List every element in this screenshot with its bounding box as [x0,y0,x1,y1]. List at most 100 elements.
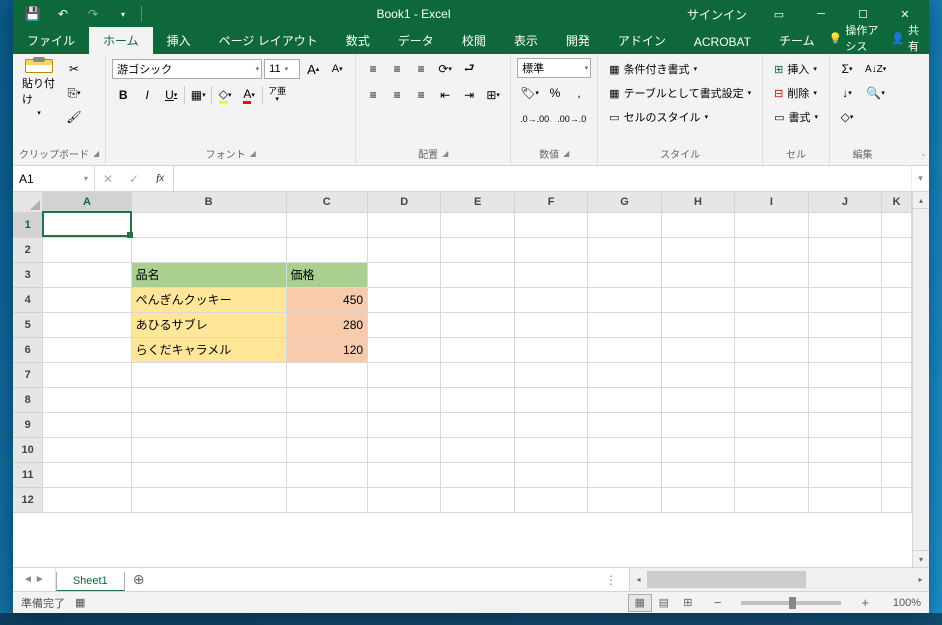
vertical-scrollbar[interactable]: ▴ ▾ [912,192,929,567]
cell-B7[interactable] [131,362,286,387]
cell-E9[interactable] [441,412,514,437]
cell-E1[interactable] [441,212,514,237]
cell-G3[interactable] [588,262,661,287]
normal-view-button[interactable]: ▦ [628,594,652,612]
cell-J7[interactable] [808,362,881,387]
cell-A5[interactable] [43,312,131,337]
align-middle-button[interactable]: ≡ [386,58,408,80]
cell-C10[interactable] [286,437,368,462]
cell-J2[interactable] [808,237,881,262]
cell-K4[interactable] [882,287,912,312]
cell-K6[interactable] [882,337,912,362]
cut-button[interactable]: ✂ [63,58,85,80]
phonetic-button[interactable]: ア亜▾ [265,84,289,106]
cell-E4[interactable] [441,287,514,312]
font-size-combo[interactable]: 11▾ [264,59,300,79]
cell-F12[interactable] [514,487,587,512]
cell-D12[interactable] [368,487,441,512]
cell-G12[interactable] [588,487,661,512]
cell-C9[interactable] [286,412,368,437]
cell-D1[interactable] [368,212,441,237]
cell-G7[interactable] [588,362,661,387]
cell-G11[interactable] [588,462,661,487]
col-header-E[interactable]: E [441,192,514,212]
cell-K9[interactable] [882,412,912,437]
cell-C1[interactable] [286,212,368,237]
row-header-7[interactable]: 7 [13,362,43,387]
cell-F6[interactable] [514,337,587,362]
row-header-10[interactable]: 10 [13,437,43,462]
cell-J5[interactable] [808,312,881,337]
comma-button[interactable]: , [568,82,590,104]
cell-G2[interactable] [588,237,661,262]
cell-G6[interactable] [588,337,661,362]
cell-J10[interactable] [808,437,881,462]
cell-C11[interactable] [286,462,368,487]
cell-K11[interactable] [882,462,912,487]
cell-C3[interactable]: 価格 [286,262,368,287]
cell-A3[interactable] [43,262,131,287]
col-header-C[interactable]: C [286,192,368,212]
cell-E12[interactable] [441,487,514,512]
increase-decimal-button[interactable]: .0→.00 [517,108,552,130]
decrease-indent-button[interactable]: ⇤ [434,84,456,106]
scroll-down-button[interactable]: ▾ [913,550,929,567]
find-select-button[interactable]: 🔍▾ [862,82,889,104]
tab-formulas[interactable]: 数式 [332,27,384,54]
cell-D9[interactable] [368,412,441,437]
cell-B1[interactable] [131,212,286,237]
cell-I4[interactable] [735,287,808,312]
cell-J11[interactable] [808,462,881,487]
align-center-button[interactable]: ≡ [386,84,408,106]
cell-D8[interactable] [368,387,441,412]
cell-B5[interactable]: あひるサブレ [131,312,286,337]
cell-I2[interactable] [735,237,808,262]
scroll-up-button[interactable]: ▴ [913,192,929,209]
alignment-dialog-launcher[interactable]: ◢ [442,149,448,158]
cell-D4[interactable] [368,287,441,312]
cell-E5[interactable] [441,312,514,337]
redo-button[interactable]: ↷ [81,2,105,26]
cell-A2[interactable] [43,237,131,262]
cell-A4[interactable] [43,287,131,312]
cell-G9[interactable] [588,412,661,437]
cell-J6[interactable] [808,337,881,362]
tab-review[interactable]: 校閲 [448,27,500,54]
format-cells-button[interactable]: ▭書式▾ [769,106,823,128]
cell-I6[interactable] [735,337,808,362]
cell-B11[interactable] [131,462,286,487]
insert-function-button[interactable]: fx [147,172,173,186]
cell-J9[interactable] [808,412,881,437]
cell-I1[interactable] [735,212,808,237]
cell-C6[interactable]: 120 [286,337,368,362]
cell-I8[interactable] [735,387,808,412]
cell-H11[interactable] [661,462,734,487]
cell-B2[interactable] [131,237,286,262]
cell-C8[interactable] [286,387,368,412]
cell-J12[interactable] [808,487,881,512]
cell-J3[interactable] [808,262,881,287]
tab-data[interactable]: データ [384,27,448,54]
cell-E2[interactable] [441,237,514,262]
cell-K8[interactable] [882,387,912,412]
increase-indent-button[interactable]: ⇥ [458,84,480,106]
cell-I3[interactable] [735,262,808,287]
expand-formula-bar[interactable]: ▾ [911,166,929,191]
wrap-text-button[interactable]: ⮐ [458,58,480,80]
cell-C7[interactable] [286,362,368,387]
insert-cells-button[interactable]: ⊞挿入▾ [769,58,822,80]
cell-K7[interactable] [882,362,912,387]
orientation-button[interactable]: ⟳▾ [434,58,456,80]
name-box[interactable]: A1▾ [13,166,95,191]
cell-J1[interactable] [808,212,881,237]
cell-B9[interactable] [131,412,286,437]
bold-button[interactable]: B [112,84,134,106]
zoom-level[interactable]: 100% [883,597,921,609]
cell-E8[interactable] [441,387,514,412]
copy-button[interactable]: ⎘▾ [63,82,85,104]
col-header-H[interactable]: H [661,192,734,212]
cell-H10[interactable] [661,437,734,462]
zoom-in-button[interactable]: + [857,595,873,610]
undo-button[interactable]: ↶ [51,2,75,26]
col-header-B[interactable]: B [131,192,286,212]
